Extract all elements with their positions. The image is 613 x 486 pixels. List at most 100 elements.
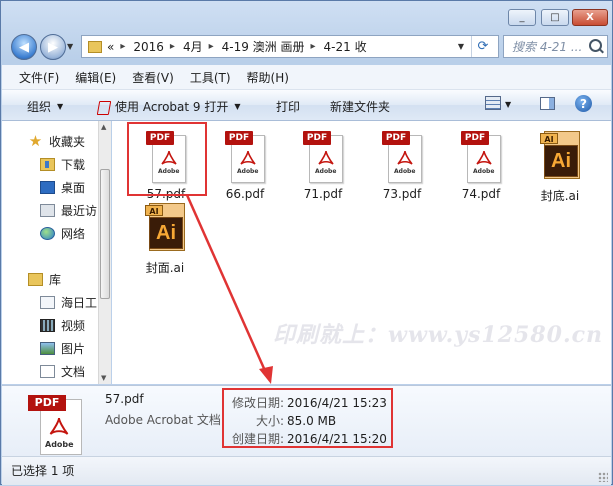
ai-file-icon: AI Ai <box>145 203 185 251</box>
nav-pictures[interactable]: 图片 <box>40 338 85 358</box>
open-with-label: 使用 Acrobat 9 打开 <box>115 100 229 114</box>
pdf-file-icon: PDF Adobe <box>303 129 343 183</box>
nav-scrollbar[interactable]: ▲ ▼ <box>98 121 111 384</box>
nav-haiyi[interactable]: 海日工 <box>40 292 97 312</box>
chevron-right-icon: ▸ <box>310 41 316 52</box>
nav-library[interactable]: 库 <box>28 269 61 289</box>
documents-icon <box>40 364 55 378</box>
file-name: 66.pdf <box>225 187 265 201</box>
search-input[interactable]: 搜索 4-21 ... <box>503 35 608 58</box>
nav-label: 下载 <box>61 157 86 172</box>
command-bar: 组织 ▼ 使用 Acrobat 9 打开 ▼ 打印 新建文件夹 ▼ ? <box>2 90 611 121</box>
status-text: 已选择 1 项 <box>11 464 75 478</box>
file-item[interactable]: PDF Adobe 71.pdf <box>287 129 359 205</box>
breadcrumb-item[interactable]: 2016 ▸ <box>133 40 181 54</box>
menu-file[interactable]: 文件(F) <box>19 69 59 86</box>
nav-video[interactable]: 视频 <box>40 315 85 335</box>
nav-downloads[interactable]: 下载 <box>40 154 85 174</box>
menu-edit[interactable]: 编辑(E) <box>75 69 116 86</box>
nav-desktop[interactable]: 桌面 <box>40 177 85 197</box>
search-icon <box>589 39 602 52</box>
nav-favorites[interactable]: ★ 收藏夹 <box>28 131 85 151</box>
search-placeholder: 搜索 4-21 ... <box>512 40 583 54</box>
minimize-button[interactable]: _ <box>508 9 536 26</box>
caret-down-icon[interactable]: ▼ <box>505 100 511 109</box>
chevron-right-icon: ▸ <box>169 41 175 52</box>
chevron-right-icon: ▸ <box>120 41 126 52</box>
nav-label: 视频 <box>61 318 86 333</box>
file-name: 71.pdf <box>303 187 343 201</box>
nav-label: 网络 <box>61 226 86 241</box>
ai-file-icon: AI Ai <box>540 131 580 179</box>
scrollbar-thumb[interactable] <box>100 169 110 299</box>
file-item[interactable]: AI Ai 封底.ai <box>524 129 596 205</box>
resize-grip-icon[interactable] <box>598 472 608 482</box>
refresh-icon[interactable]: ⟳ <box>471 36 494 57</box>
arrow-right-icon: ▶ <box>48 39 58 55</box>
file-name: 封面.ai <box>145 261 185 275</box>
adobe-label: Adobe <box>473 168 495 175</box>
menu-tools[interactable]: 工具(T) <box>190 69 231 86</box>
adobe-label: Adobe <box>45 440 74 449</box>
breadcrumb-label: 4-21 收 <box>323 40 367 54</box>
address-dropdown-icon[interactable]: ▼ <box>454 36 468 57</box>
nav-label: 收藏夹 <box>49 134 86 149</box>
file-item[interactable]: PDF Adobe 73.pdf <box>366 129 438 205</box>
preview-pane-icon[interactable] <box>540 97 555 110</box>
organize-button[interactable]: 组织 ▼ <box>27 98 63 115</box>
print-button[interactable]: 打印 <box>276 98 300 115</box>
breadcrumb-item[interactable]: 4-21 收 <box>324 38 367 55</box>
menu-help[interactable]: 帮助(H) <box>247 69 289 86</box>
maximize-button[interactable]: □ <box>541 9 569 26</box>
open-with-button[interactable]: 使用 Acrobat 9 打开 ▼ <box>96 98 241 115</box>
ai-logo: Ai <box>544 145 578 177</box>
nav-label: 库 <box>49 272 62 287</box>
new-folder-label: 新建文件夹 <box>330 100 391 114</box>
adobe-label: Adobe <box>315 168 337 175</box>
pdf-file-icon: PDF Adobe <box>461 129 501 183</box>
close-button[interactable]: X <box>572 9 608 26</box>
nav-recent[interactable]: 最近访 <box>40 200 97 220</box>
menu-view[interactable]: 查看(V) <box>132 69 174 86</box>
file-item[interactable]: AI Ai 封面.ai <box>129 201 201 277</box>
library-icon <box>28 272 43 286</box>
help-icon[interactable]: ? <box>575 95 592 112</box>
scroll-down-icon[interactable]: ▼ <box>101 374 106 382</box>
forward-button[interactable]: ▶ <box>40 34 66 60</box>
nav-label: 最近访 <box>61 203 98 218</box>
navigation-pane: ★ 收藏夹 下载 桌面 最近访 网络 库 海日工 视频 图片 文档 <box>2 121 98 384</box>
pdf-file-icon: PDF Adobe <box>225 129 265 183</box>
nav-documents[interactable]: 文档 <box>40 361 85 381</box>
history-dropdown-icon[interactable]: ▼ <box>67 42 73 51</box>
pdf-file-icon: PDF Adobe <box>382 129 422 183</box>
file-name: 74.pdf <box>461 187 501 201</box>
nav-label: 海日工 <box>61 295 98 310</box>
video-icon <box>40 318 55 332</box>
nav-label: 桌面 <box>61 180 86 195</box>
breadcrumb-item[interactable]: 4-19 澳洲 画册 ▸ <box>222 38 322 55</box>
pictures-icon <box>40 341 55 355</box>
nav-network[interactable]: 网络 <box>40 223 85 243</box>
file-item[interactable]: PDF Adobe 74.pdf <box>445 129 517 205</box>
details-file-type: Adobe Acrobat 文档 <box>105 413 221 427</box>
file-item[interactable]: PDF Adobe 66.pdf <box>209 129 281 205</box>
print-label: 打印 <box>276 100 301 114</box>
menu-bar: 文件(F) 编辑(E) 查看(V) 工具(T) 帮助(H) <box>2 65 611 90</box>
breadcrumb-item[interactable]: 4月 ▸ <box>183 38 220 55</box>
breadcrumb-overflow[interactable]: «▸ <box>107 40 131 54</box>
scroll-up-icon[interactable]: ▲ <box>101 123 106 131</box>
downloads-icon <box>40 157 55 171</box>
address-bar[interactable]: «▸ 2016 ▸ 4月 ▸ 4-19 澳洲 画册 ▸ 4-21 收 ▼ ⟳ <box>81 35 499 58</box>
desktop-icon <box>40 180 55 194</box>
breadcrumb-label: 4-19 澳洲 画册 <box>221 40 305 54</box>
breadcrumb-label: 4月 <box>182 40 203 54</box>
ai-badge: AI <box>145 205 163 216</box>
caret-down-icon: ▼ <box>234 102 241 111</box>
ai-logo: Ai <box>149 217 183 249</box>
explorer-window: _ □ X ◀ ▶ ▼ «▸ 2016 ▸ 4月 ▸ 4-19 澳洲 画册 ▸ 4-2… <box>0 0 613 485</box>
new-folder-button[interactable]: 新建文件夹 <box>330 98 390 115</box>
pdf-badge: PDF <box>28 395 66 411</box>
view-options-icon[interactable] <box>485 96 501 110</box>
recent-places-icon <box>40 203 55 217</box>
back-button[interactable]: ◀ <box>11 34 37 60</box>
